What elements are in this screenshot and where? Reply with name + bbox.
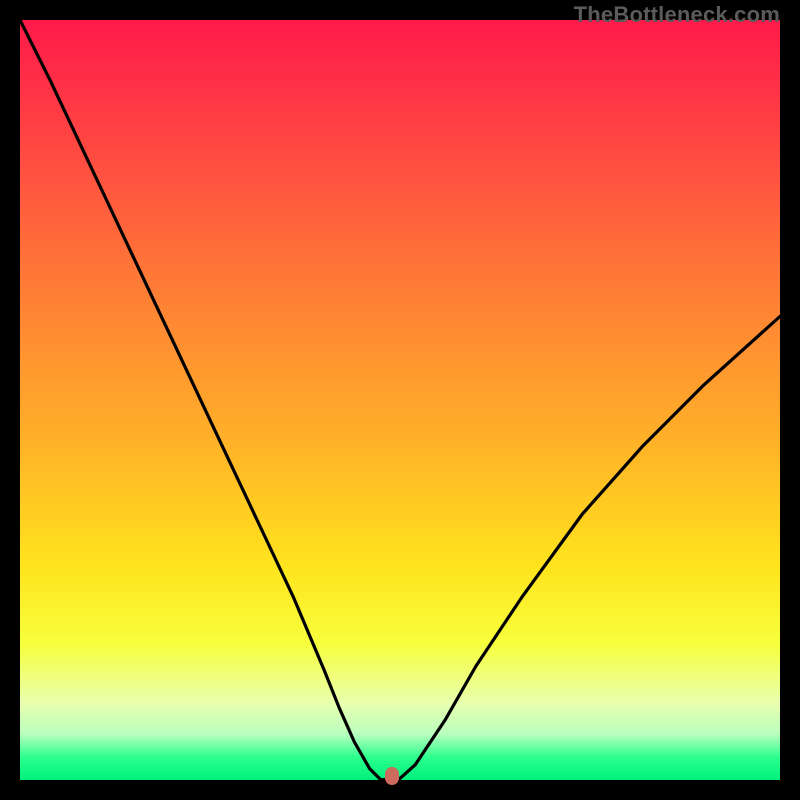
chart-frame: TheBottleneck.com xyxy=(0,0,800,800)
bottleneck-curve xyxy=(20,20,780,780)
watermark-text: TheBottleneck.com xyxy=(574,2,780,28)
curve-svg xyxy=(20,20,780,780)
plot-area xyxy=(20,20,780,780)
optimal-point-marker xyxy=(385,767,399,785)
